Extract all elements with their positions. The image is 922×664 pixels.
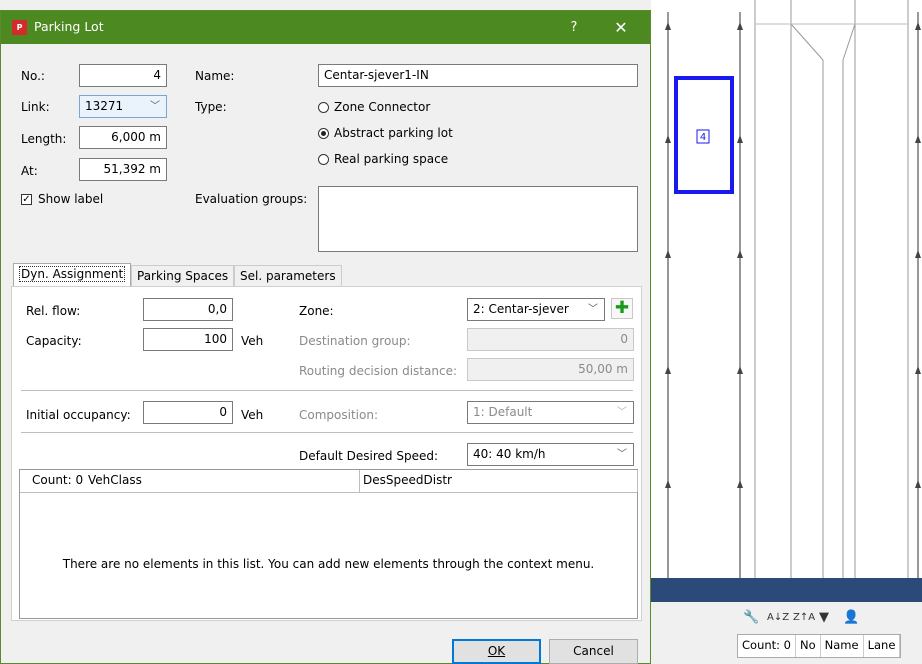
radio-zone-connector-label: Zone Connector <box>334 100 431 114</box>
list-panel: 🔧 A↓Z Z↑A ▼ 👤 Count: 0 No Name Lane <box>651 578 922 664</box>
no-label: No.: <box>21 69 45 83</box>
rel-flow-field[interactable]: 0,0 <box>143 298 233 321</box>
list-grid-header: Count: 0 No Name Lane <box>737 634 902 658</box>
help-button[interactable]: ? <box>562 17 586 39</box>
sort-descending-icon[interactable]: Z↑A <box>793 612 815 623</box>
name-field[interactable]: Centar-sjever1-IN <box>318 64 638 87</box>
grid-col-no[interactable]: No <box>796 635 821 657</box>
link-label: Link: <box>21 100 50 114</box>
initial-occupancy-unit: Veh <box>241 408 264 422</box>
zone-select-value: 2: Centar-sjever <box>473 302 569 316</box>
cancel-button-label: Cancel <box>573 644 614 658</box>
ok-button-label: OK <box>487 644 506 658</box>
radio-real-parking-space[interactable]: Real parking space <box>318 152 448 166</box>
radio-zone-connector[interactable]: Zone Connector <box>318 100 430 114</box>
dialog-titlebar[interactable]: P Parking Lot ? ✕ <box>1 11 650 44</box>
network-editor-canvas[interactable]: 4 <box>651 0 922 578</box>
rel-flow-label: Rel. flow: <box>26 304 81 318</box>
parking-lot-icon: P <box>12 20 27 35</box>
checkbox-check-icon: ✓ <box>21 193 32 205</box>
tab-parking-spaces[interactable]: Parking Spaces <box>131 265 235 286</box>
add-user-icon[interactable]: 👤 <box>843 610 859 625</box>
radio-indicator <box>318 101 329 113</box>
routing-decision-distance-field[interactable]: 50,00 m <box>467 358 634 381</box>
network-drawing: 4 <box>651 0 922 578</box>
empty-list-message: There are no elements in this list. You … <box>62 557 595 571</box>
show-label-checkbox[interactable]: ✓ Show label <box>21 192 103 206</box>
composition-label: Composition: <box>299 408 378 422</box>
link-select-value: 13271 <box>85 99 124 113</box>
length-field[interactable]: 6,000 m <box>79 126 167 149</box>
column-separator <box>359 470 360 492</box>
capacity-field[interactable]: 100 <box>143 328 233 351</box>
show-label-text: Show label <box>38 192 104 206</box>
zone-label: Zone: <box>299 304 334 318</box>
default-desired-speed-select[interactable]: 40: 40 km/h ﹀ <box>467 443 634 466</box>
chevron-down-icon: ﹀ <box>617 449 627 460</box>
grid-col-lane[interactable]: Lane <box>864 635 901 657</box>
routing-decision-distance-label: Routing decision distance: <box>299 364 457 378</box>
radio-indicator-selected <box>318 127 329 139</box>
radio-abstract-parking-lot[interactable]: Abstract parking lot <box>318 126 453 140</box>
divider <box>21 432 633 433</box>
name-label: Name: <box>195 69 235 83</box>
wrench-icon[interactable]: 🔧 <box>743 610 759 625</box>
list-header: Count: 0 VehClass DesSpeedDistr <box>20 470 638 493</box>
tab-dyn-assignment[interactable]: Dyn. Assignment <box>13 263 132 286</box>
parking-lot-dialog: P Parking Lot ? ✕ No.: 4 Link: 13271 ﹀ L… <box>0 10 651 664</box>
radio-real-parking-space-label: Real parking space <box>334 152 449 166</box>
tab-dyn-assignment-label: Dyn. Assignment <box>19 266 126 282</box>
length-label: Length: <box>21 132 67 146</box>
evaluation-groups-label: Evaluation groups: <box>195 192 308 206</box>
panel-toolbar: 🔧 A↓Z Z↑A ▼ 👤 <box>651 602 922 634</box>
chevron-down-icon: ﹀ <box>617 407 627 418</box>
destination-group-field[interactable]: 0 <box>467 328 634 351</box>
composition-select[interactable]: 1: Default ﹀ <box>467 401 634 424</box>
capacity-unit: Veh <box>241 334 264 348</box>
list-col-desspeeddistr[interactable]: DesSpeedDistr <box>363 473 452 487</box>
sort-ascending-icon[interactable]: A↓Z <box>767 612 789 623</box>
radio-abstract-parking-lot-label: Abstract parking lot <box>334 126 453 140</box>
radio-indicator <box>318 153 329 165</box>
link-select[interactable]: 13271 ﹀ <box>79 95 167 118</box>
dialog-title: Parking Lot <box>34 19 104 34</box>
cancel-button[interactable]: Cancel <box>549 639 638 664</box>
destination-group-label: Destination group: <box>299 334 411 348</box>
parking-lot-number-label: 4 <box>700 132 706 143</box>
column-separator <box>637 470 638 492</box>
initial-occupancy-label: Initial occupancy: <box>26 408 131 422</box>
chevron-down-icon: ﹀ <box>588 304 598 315</box>
add-zone-button[interactable]: ✚ <box>611 298 633 319</box>
type-label: Type: <box>195 100 227 114</box>
evaluation-groups-list[interactable] <box>318 186 638 252</box>
ok-button[interactable]: OK <box>452 639 541 664</box>
zone-select[interactable]: 2: Centar-sjever ﹀ <box>467 298 605 321</box>
capacity-label: Capacity: <box>26 334 82 348</box>
filter-icon[interactable]: ▼ <box>819 610 829 625</box>
tab-sel-parameters[interactable]: Sel. parameters <box>234 265 342 286</box>
divider <box>21 390 633 391</box>
list-col-vehclass[interactable]: VehClass <box>88 473 142 487</box>
default-desired-speed-value: 40: 40 km/h <box>473 447 546 461</box>
at-field[interactable]: 51,392 m <box>79 158 167 181</box>
chevron-down-icon: ﹀ <box>150 101 160 112</box>
at-label: At: <box>21 164 38 178</box>
initial-occupancy-field[interactable]: 0 <box>143 401 233 424</box>
panel-title-strip <box>651 578 922 602</box>
grid-col-name[interactable]: Name <box>821 635 864 657</box>
composition-select-value: 1: Default <box>473 405 533 419</box>
list-col-count[interactable]: Count: 0 <box>32 473 83 487</box>
no-field[interactable]: 4 <box>79 64 167 87</box>
desired-speed-list[interactable]: Count: 0 VehClass DesSpeedDistr There ar… <box>19 469 638 619</box>
close-button[interactable]: ✕ <box>607 17 635 39</box>
grid-col-count[interactable]: Count: 0 <box>738 635 796 657</box>
default-desired-speed-label: Default Desired Speed: <box>299 449 439 463</box>
